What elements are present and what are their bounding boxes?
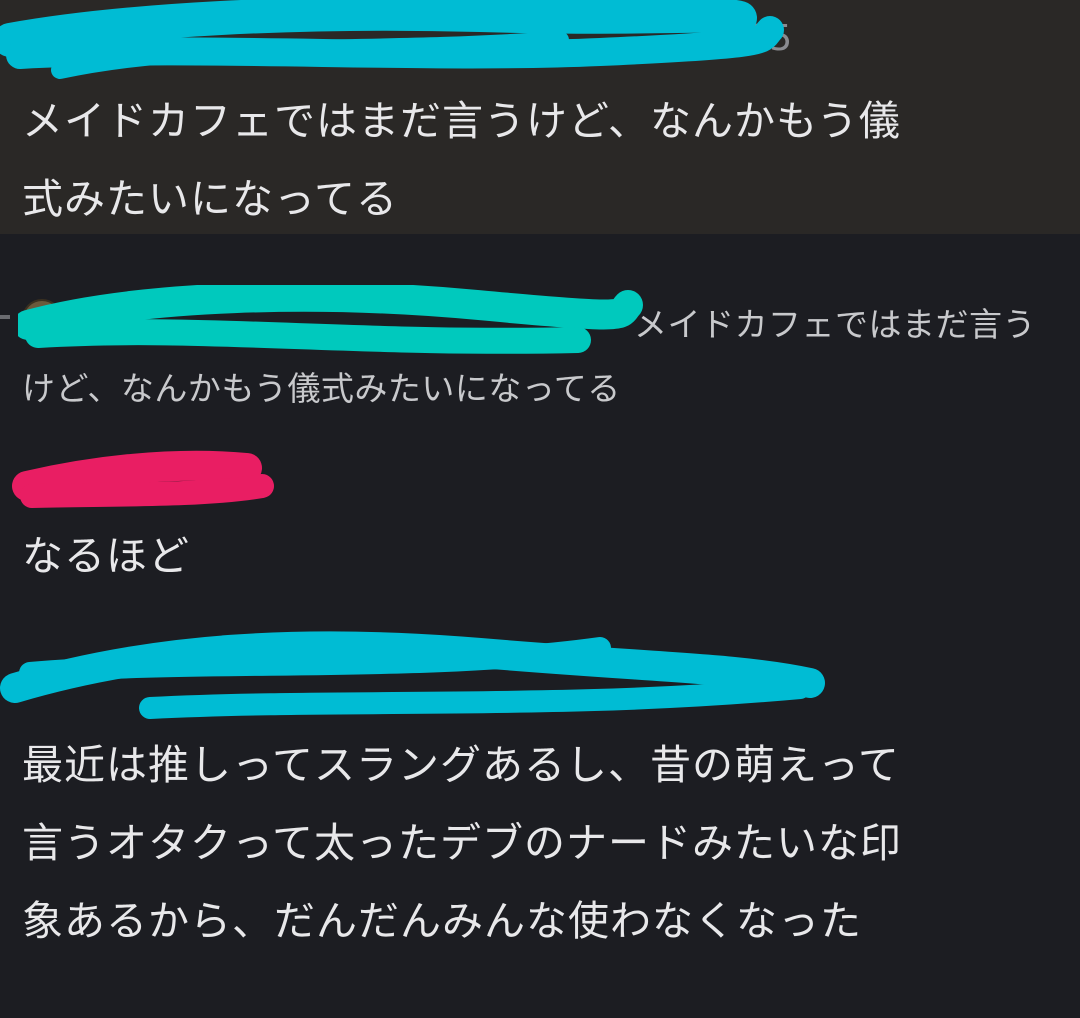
- message-text: なるほど: [22, 532, 190, 580]
- redacted-reply-username-scribble: [18, 285, 643, 354]
- redacted-username-scribble: [0, 631, 825, 719]
- reply-reference[interactable]: メイドカフェではまだ言うけど、なんかもう儀式みたいになってる: [0, 285, 1080, 415]
- message-text: 最近は推しってスラングあるし、昔の萌えって 言うオタクって太ったデブのナードみた…: [22, 741, 902, 945]
- redacted-username-scribble: [12, 450, 274, 508]
- redacted-username-scribble: [0, 0, 784, 79]
- message-text: メイドカフェではまだ言うけど、なんかもう儀 式みたいになってる: [22, 97, 901, 223]
- reply-connector-line: [0, 315, 10, 319]
- highlighted-message[interactable]: 0.05 メイドカフェではまだ言うけど、なんかもう儀 式みたいになってる: [0, 0, 1080, 234]
